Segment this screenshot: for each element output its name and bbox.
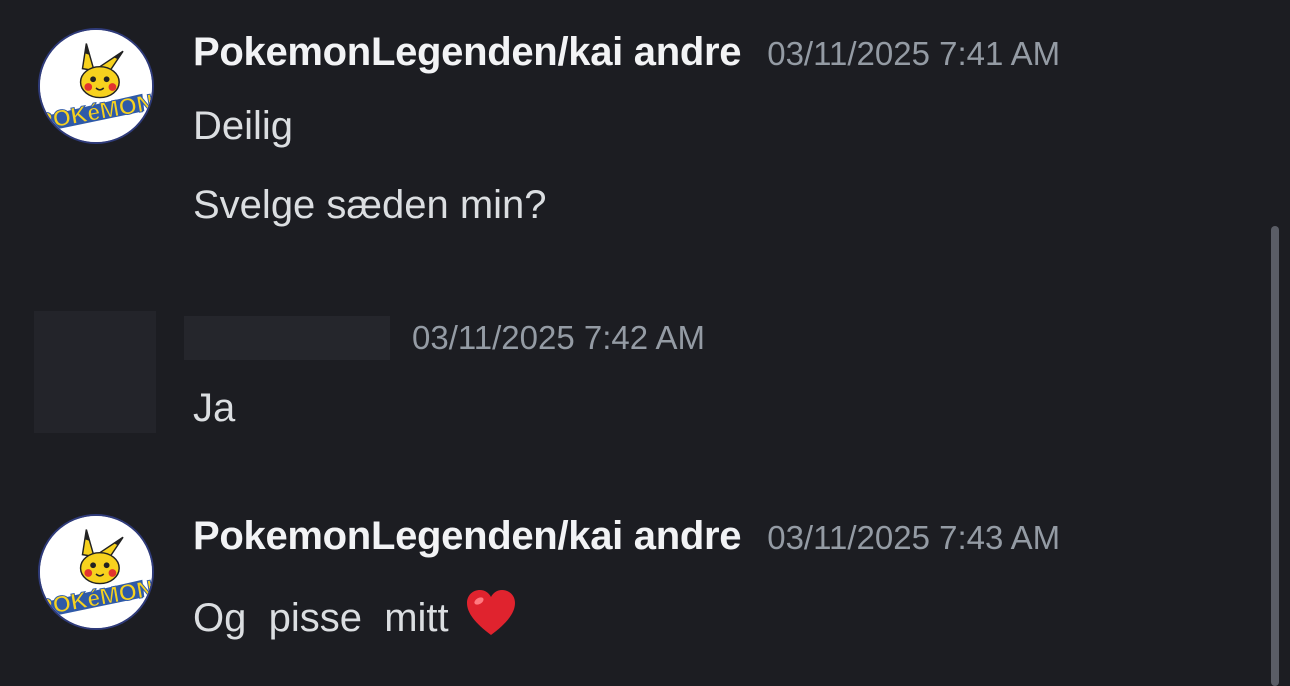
timestamp: 03/11/2025 7:41 AM bbox=[767, 35, 1061, 72]
pikachu-pokemon-icon: POKéMON bbox=[40, 30, 152, 142]
username[interactable]: PokemonLegenden/kai andre bbox=[193, 30, 742, 75]
scrollbar[interactable] bbox=[1271, 226, 1279, 686]
timestamp: 03/11/2025 7:43 AM bbox=[767, 519, 1061, 556]
message-header: PokemonLegenden/kai andre 03/11/2025 7:4… bbox=[193, 30, 1060, 75]
user-avatar[interactable]: POKéMON bbox=[38, 514, 154, 630]
pikachu-pokemon-icon: POKéMON bbox=[40, 516, 152, 628]
message-header: PokemonLegenden/kai andre 03/11/2025 7:4… bbox=[193, 514, 1060, 559]
message-text-row: Og pisse mitt bbox=[193, 589, 517, 647]
timestamp: 03/11/2025 7:42 AM bbox=[412, 319, 705, 356]
username[interactable]: PokemonLegenden/kai andre bbox=[193, 514, 742, 559]
message-text: Deilig bbox=[193, 104, 294, 148]
redacted-avatar[interactable] bbox=[34, 311, 156, 433]
message-text: Ja bbox=[193, 386, 236, 430]
user-avatar[interactable]: POKéMON bbox=[38, 28, 154, 144]
message-header: 03/11/2025 7:42 AM bbox=[184, 316, 705, 360]
message-text: Svelge sæden min? bbox=[193, 183, 547, 227]
redacted-username[interactable] bbox=[184, 316, 390, 360]
message-text: Og pisse mitt bbox=[193, 595, 449, 640]
red-heart-icon bbox=[465, 589, 517, 647]
